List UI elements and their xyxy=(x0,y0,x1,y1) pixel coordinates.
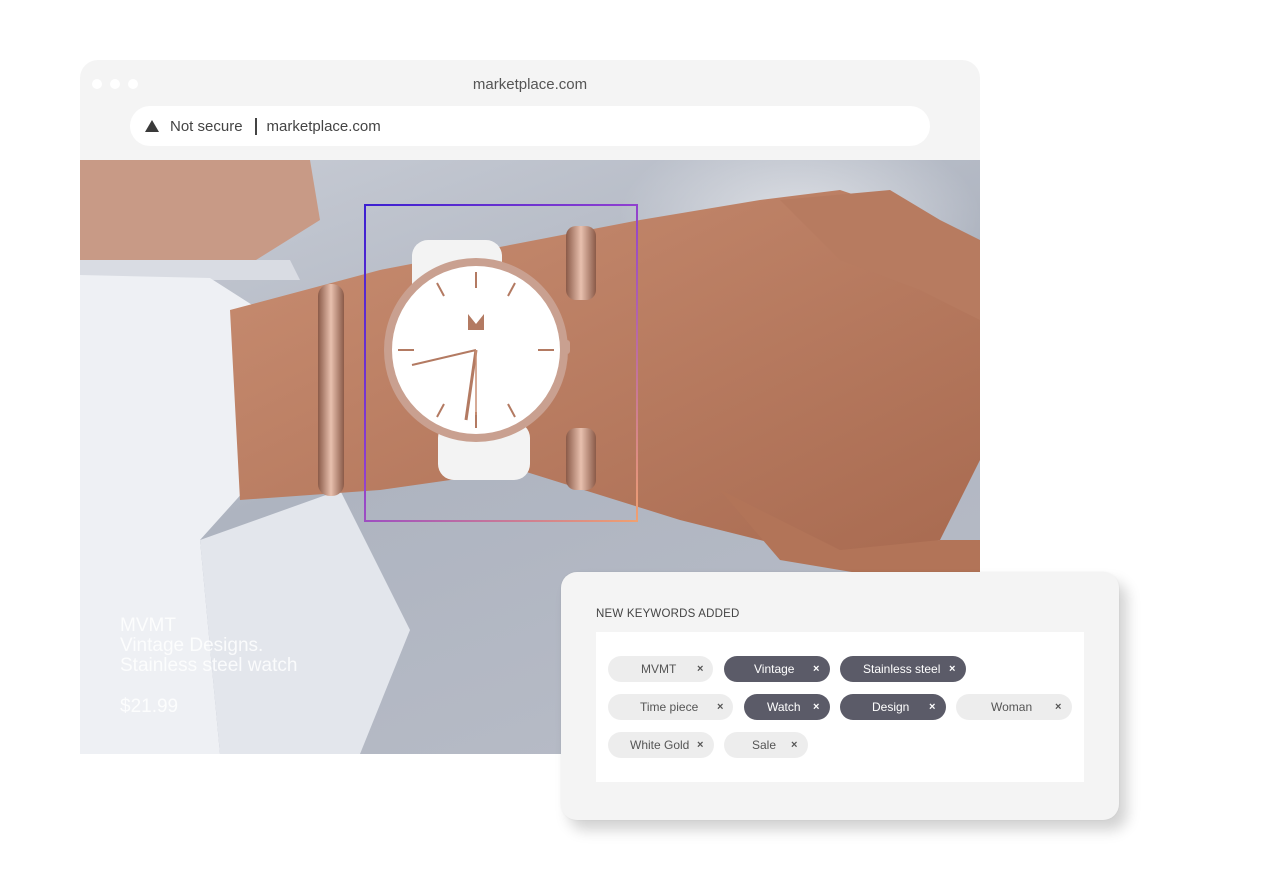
address-bar[interactable]: Not secure marketplace.com xyxy=(130,106,930,146)
window-title: marketplace.com xyxy=(472,76,588,93)
product-line2: Stainless steel watch xyxy=(120,655,298,676)
keywords-panel: NEW KEYWORDS ADDED MVMT × Vintage × Stai… xyxy=(561,572,1119,820)
remove-icon[interactable]: × xyxy=(791,732,797,758)
keyword-chip-label: Time piece xyxy=(640,700,699,714)
keyword-chip-label: Stainless steel xyxy=(863,662,941,676)
keyword-chip[interactable]: MVMT × xyxy=(608,656,713,682)
keyword-chip-label: Vintage xyxy=(754,662,795,676)
keywords-heading: NEW KEYWORDS ADDED xyxy=(596,608,740,620)
keyword-chip-label: Design xyxy=(872,700,910,714)
remove-icon[interactable]: × xyxy=(697,656,703,682)
url-text[interactable]: marketplace.com xyxy=(267,118,381,135)
keyword-chip[interactable]: Sale × xyxy=(724,732,808,758)
keyword-chip[interactable]: White Gold × xyxy=(608,732,714,758)
remove-icon[interactable]: × xyxy=(949,656,955,682)
keyword-chip[interactable]: Stainless steel × xyxy=(840,656,966,682)
product-line1: Vintage Designs. xyxy=(120,635,264,656)
keyword-chip-label: Woman xyxy=(991,700,1033,714)
keyword-chip-label: MVMT xyxy=(641,662,677,676)
product-price: $21.99 xyxy=(120,696,179,717)
remove-icon[interactable]: × xyxy=(717,694,723,720)
warning-triangle-icon xyxy=(145,120,159,132)
keyword-chip-label: White Gold xyxy=(630,738,690,752)
remove-icon[interactable]: × xyxy=(929,694,935,720)
remove-icon[interactable]: × xyxy=(813,694,819,720)
keyword-chip[interactable]: Time piece × xyxy=(608,694,733,720)
keyword-chip[interactable]: Watch × xyxy=(744,694,830,720)
remove-icon[interactable]: × xyxy=(813,656,819,682)
keywords-area: MVMT × Vintage × Stainless steel × Time … xyxy=(596,632,1084,782)
keyword-chip[interactable]: Woman × xyxy=(956,694,1072,720)
product-caption: MVMT Vintage Designs. Stainless steel wa… xyxy=(120,616,297,676)
keyword-chip[interactable]: Design × xyxy=(840,694,946,720)
product-brand: MVMT xyxy=(120,615,176,636)
address-divider xyxy=(254,117,257,135)
keyword-chip[interactable]: Vintage × xyxy=(724,656,830,682)
keyword-chip-label: Sale xyxy=(752,738,777,752)
remove-icon[interactable]: × xyxy=(697,732,703,758)
detection-box xyxy=(364,204,638,522)
keyword-chip-label: Watch xyxy=(767,700,801,714)
security-label[interactable]: Not secure xyxy=(170,118,243,135)
remove-icon[interactable]: × xyxy=(1055,694,1061,720)
